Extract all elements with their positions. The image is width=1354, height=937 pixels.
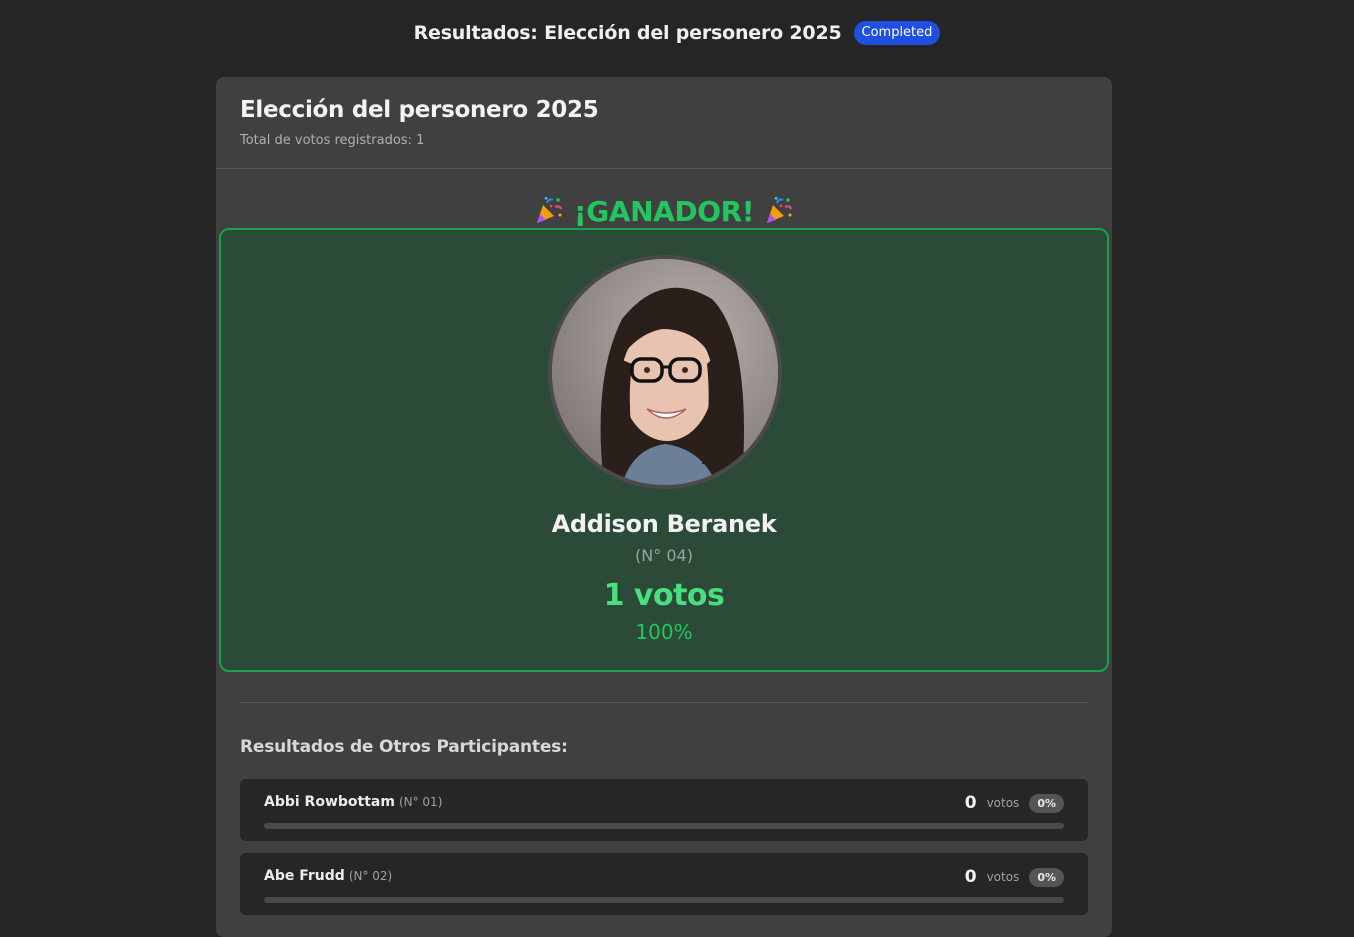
vote-label: votos [986,796,1020,810]
vote-label: votos [986,870,1020,884]
card-header: Elección del personero 2025 Total de vot… [216,77,1112,169]
result-row: Abe Frudd (N° 02) 0 votos 0% [240,853,1088,915]
winner-heading: ¡GANADOR! [216,195,1112,228]
results-card: Elección del personero 2025 Total de vot… [216,77,1112,937]
participant-number: (N° 01) [398,795,443,809]
status-badge: Completed [853,21,941,45]
section-divider [240,702,1088,703]
winner-card: Addison Beranek (N° 04) 1 votos 100% [219,228,1109,672]
total-votes-text: Total de votos registrados: 1 [240,133,425,148]
participant-name: Abbi Rowbottam [264,794,395,810]
progress-bar [264,823,1064,829]
winner-avatar [548,255,782,489]
page-title: Resultados: Elección del personero 2025 [413,22,842,44]
vote-count: 0 [964,793,977,813]
percent-badge: 0% [1029,867,1064,887]
participant-name-line: Abbi Rowbottam (N° 01) [264,794,442,810]
participant-votes: 0 votos 0% [965,793,1064,813]
winner-heading-text: ¡GANADOR! [573,195,755,228]
election-title: Elección del personero 2025 [240,97,599,123]
winner-percent: 100% [635,620,693,644]
percent-badge: 0% [1029,793,1064,813]
others-title: Resultados de Otros Participantes: [240,737,568,757]
party-popper-icon [766,196,792,223]
participant-number: (N° 02) [348,869,393,883]
progress-bar [264,897,1064,903]
participant-name: Abe Frudd [264,868,345,884]
vote-count: 0 [964,867,977,887]
winner-votes: 1 votos [603,578,725,613]
participant-votes: 0 votos 0% [965,867,1064,887]
person-photo [552,259,778,485]
winner-number: (N° 04) [635,546,693,565]
result-row: Abbi Rowbottam (N° 01) 0 votos 0% [240,779,1088,841]
page-header: Resultados: Elección del personero 2025 … [0,0,1354,66]
party-popper-icon [537,196,563,223]
winner-name: Addison Beranek [551,510,777,538]
participant-name-line: Abe Frudd (N° 02) [264,868,392,884]
